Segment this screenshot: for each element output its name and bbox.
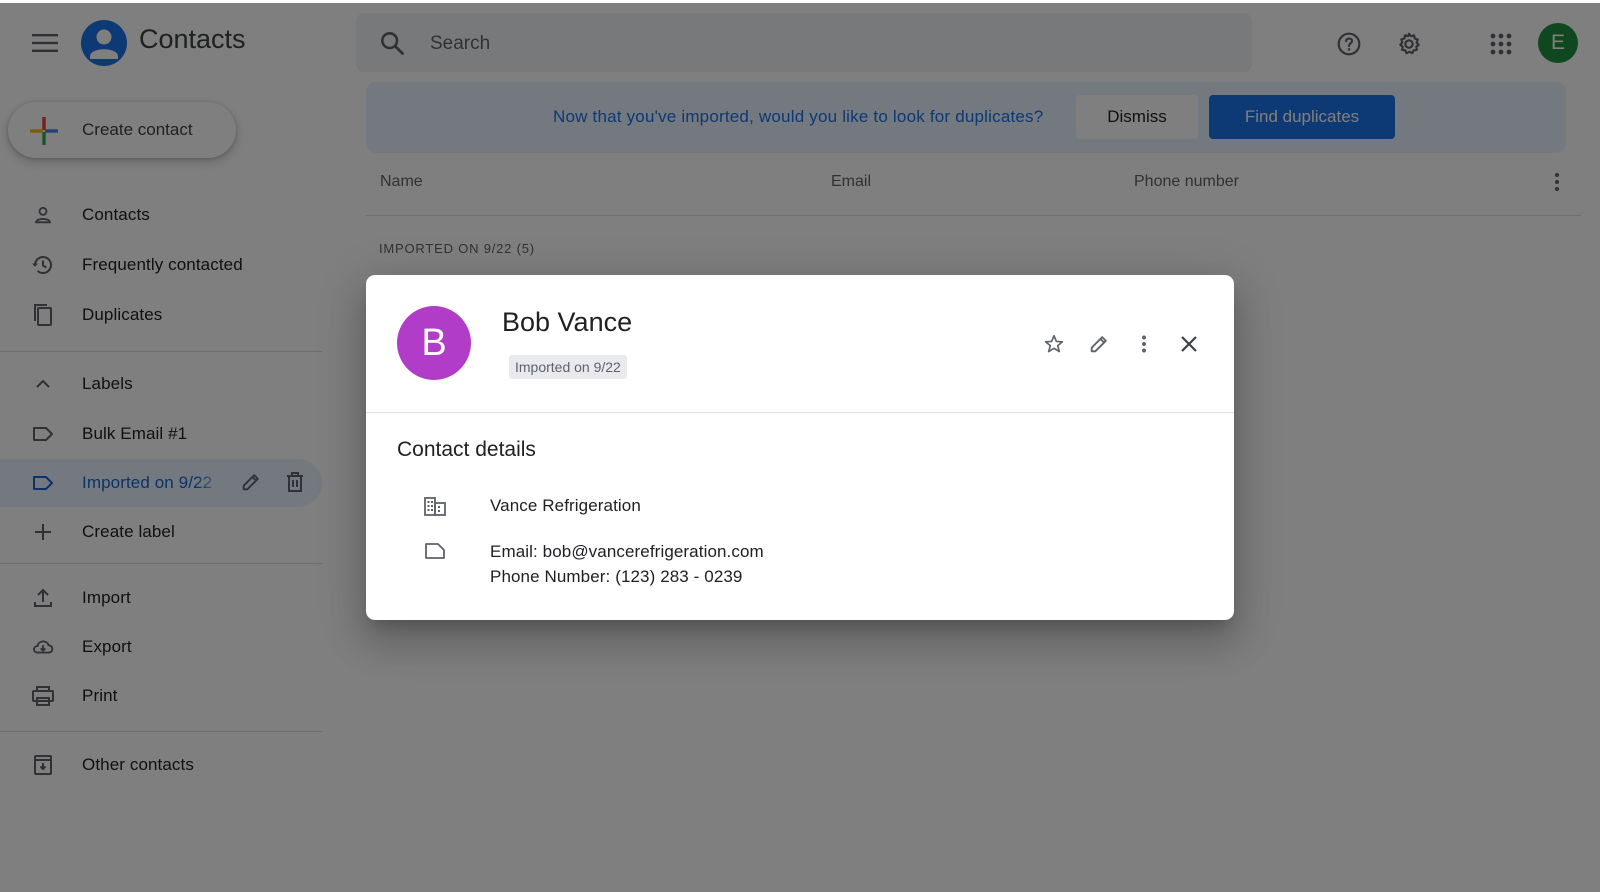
star-icon [1044, 334, 1064, 353]
close-dialog-button[interactable] [1173, 328, 1205, 360]
note-email: Email: bob@vancerefrigeration.com [490, 542, 764, 561]
contact-avatar: B [397, 306, 471, 380]
contact-name: Bob Vance [502, 307, 633, 337]
pencil-icon [1090, 336, 1107, 353]
more-vert-icon [1142, 335, 1146, 353]
more-actions-button[interactable] [1128, 328, 1160, 360]
building-icon [423, 494, 447, 518]
contact-details-heading: Contact details [397, 438, 536, 461]
close-icon [1181, 336, 1197, 352]
note-phone: Phone Number: (123) 283 - 0239 [490, 567, 743, 586]
contact-dialog: B Bob Vance Imported on 9/22 Contact det… [366, 275, 1234, 620]
edit-contact-button[interactable] [1083, 328, 1115, 360]
dialog-divider [366, 412, 1234, 413]
note-icon [423, 539, 447, 563]
star-button[interactable] [1038, 328, 1070, 360]
company-name: Vance Refrigeration [490, 496, 641, 515]
contacts-app: Contacts E Create contact Contacts Frequ… [0, 0, 1600, 892]
label-chip[interactable]: Imported on 9/22 [509, 355, 627, 379]
